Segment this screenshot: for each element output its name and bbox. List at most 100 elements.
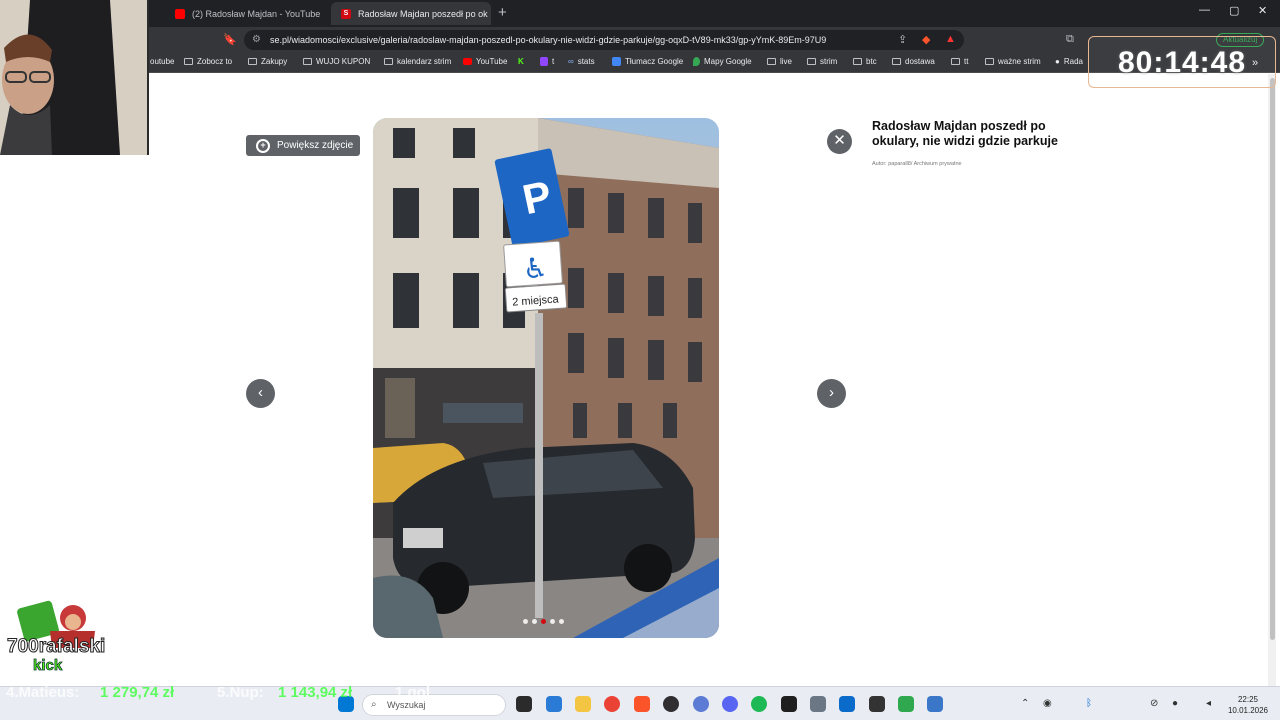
webcam-overlay <box>0 0 149 155</box>
youtube-icon <box>175 8 185 19</box>
kick-app-icon[interactable] <box>839 696 855 712</box>
se-favicon-icon: S <box>341 8 351 19</box>
taskbar-clock[interactable]: 22:25 10.01.2026 <box>1222 694 1274 716</box>
folder-icon <box>985 58 994 65</box>
url-field[interactable]: ⚙ se.pl/wiadomosci/exclusive/galeria/rad… <box>244 30 964 50</box>
ticker-goal: 1 gol <box>395 684 431 701</box>
folder-icon <box>767 58 776 65</box>
slide-dot[interactable] <box>532 619 537 624</box>
taskbar: ⌕ Wyszukaj ⌃ ◉ ᛒ ⊘ ● ◂ 22:25 10.01.2026 <box>0 686 1280 720</box>
bookmark-item[interactable]: outube <box>150 57 174 66</box>
bookmark-label: Zakupy <box>261 57 288 66</box>
brave-icon[interactable] <box>634 696 650 712</box>
obs-icon[interactable] <box>663 696 679 712</box>
tab-bar: (2) Radosław Majdan - YouTube S Radosław… <box>0 0 1280 27</box>
bookmark-folder[interactable]: btc <box>853 57 877 66</box>
close-window-button[interactable]: ✕ <box>1258 4 1267 17</box>
bookmark-label: WUJO KUPON <box>316 57 371 66</box>
bookmark-item[interactable]: Mapy Google <box>693 57 752 66</box>
bookmark-label: strim <box>820 57 838 66</box>
bookmark-folder[interactable]: tt <box>951 57 968 66</box>
chrome-icon[interactable] <box>604 696 620 712</box>
ticker-amount: 1 143,94 zł <box>278 684 353 701</box>
close-gallery-button[interactable]: ✕ <box>827 129 852 154</box>
volume-icon[interactable]: ◂ <box>1206 698 1211 709</box>
bookmark-label: live <box>780 57 793 66</box>
bookmark-folder[interactable]: ważne strim <box>985 57 1041 66</box>
gallery-photo[interactable]: P ♿ 2 miejsca <box>373 118 719 638</box>
bookmark-folder[interactable]: Zobocz to <box>184 57 232 66</box>
next-photo-button[interactable]: › <box>817 379 846 408</box>
notes-icon[interactable] <box>898 696 914 712</box>
search-icon: ⌕ <box>371 699 377 710</box>
slide-dot-active[interactable] <box>541 619 546 624</box>
bookmark-item[interactable]: ∞ stats <box>568 57 595 66</box>
app2-icon[interactable] <box>869 696 885 712</box>
calculator-icon[interactable] <box>810 696 826 712</box>
bookmark-item[interactable]: ● Rada <box>1055 57 1083 66</box>
bluetooth-icon[interactable]: ᛒ <box>1086 698 1092 709</box>
tab-youtube[interactable]: (2) Radosław Majdan - YouTube <box>165 2 331 25</box>
microphone-icon[interactable]: ● <box>1172 698 1178 709</box>
bookmark-item[interactable]: YouTube <box>463 57 507 66</box>
tray-app-icon[interactable]: ◉ <box>1043 698 1052 709</box>
slide-dot[interactable] <box>559 619 564 624</box>
tab-active-article[interactable]: S Radosław Majdan poszedł po ok ✕ <box>331 2 491 25</box>
app-icon[interactable] <box>781 696 797 712</box>
folder-icon <box>807 58 816 65</box>
slide-dot[interactable] <box>550 619 555 624</box>
spotify-icon[interactable] <box>751 696 767 712</box>
screen: (2) Radosław Majdan - YouTube S Radosław… <box>0 0 1280 720</box>
folder-icon <box>384 58 393 65</box>
kick-bookmark[interactable]: K <box>518 57 524 66</box>
bookmark-label: t <box>552 57 555 66</box>
photos-icon[interactable] <box>546 696 562 712</box>
bookmark-folder[interactable]: dostawa <box>892 57 935 66</box>
site-icon: ● <box>1055 57 1060 66</box>
bookmark-folder[interactable]: strim <box>807 57 837 66</box>
bookmark-item[interactable]: Tłumacz Google <box>612 57 683 66</box>
bookmark-label: Zobocz to <box>197 57 233 66</box>
channel-logo: 700rafalski kick <box>5 596 106 674</box>
bookmark-folder[interactable]: Zakupy <box>248 57 287 66</box>
zoom-label: Powiększ zdjęcie <box>277 140 354 151</box>
new-tab-button[interactable]: + <box>498 4 507 21</box>
network-icon[interactable]: ⊘ <box>1150 698 1158 709</box>
ticker-name: 4.Matieus: <box>6 684 80 701</box>
bookmark-folder[interactable]: kalendarz strim <box>384 57 451 66</box>
file-explorer-icon[interactable] <box>575 696 591 712</box>
tab-label: (2) Radosław Majdan - YouTube <box>192 8 321 19</box>
previous-photo-button[interactable]: ‹ <box>246 379 275 408</box>
photo-author: Autor: paparall8/ Archiwum prywatne <box>872 161 962 167</box>
scrollbar-thumb[interactable] <box>1270 78 1275 640</box>
slide-dot[interactable] <box>523 619 528 624</box>
brave-shield-icon[interactable]: ◆ <box>922 33 930 46</box>
zoom-photo-button[interactable]: + Powiększ zdjęcie <box>246 135 360 156</box>
folder-icon <box>892 58 901 65</box>
bookmark-icon[interactable]: 🔖 <box>223 33 237 46</box>
bookmark-label: tt <box>964 57 969 66</box>
subathon-timer: 80:14:48 <box>1088 36 1276 88</box>
task-view-icon[interactable] <box>516 696 532 712</box>
site-info-icon[interactable]: ⚙ <box>252 30 261 50</box>
browser-icon[interactable] <box>693 696 709 712</box>
bookmark-folder[interactable]: WUJO KUPON <box>303 57 370 66</box>
taskbar-search[interactable]: ⌕ Wyszukaj <box>362 694 506 716</box>
bookmark-folder[interactable]: live <box>767 57 792 66</box>
photo-image: P ♿ 2 miejsca <box>373 118 719 638</box>
bookmark-item[interactable]: t <box>540 57 554 66</box>
ticker-name: 5.Nup: <box>217 684 264 701</box>
folder-icon <box>184 58 193 65</box>
share-icon[interactable]: ⇪ <box>898 33 907 46</box>
slide-indicator <box>523 619 564 624</box>
search-placeholder: Wyszukaj <box>387 700 426 710</box>
folder-icon <box>853 58 862 65</box>
brave-rewards-icon[interactable]: ▲ <box>945 33 956 45</box>
files-icon[interactable] <box>927 696 943 712</box>
discord-icon[interactable] <box>722 696 738 712</box>
extensions-icon[interactable]: ⧉ <box>1066 33 1074 46</box>
maximize-button[interactable]: ▢ <box>1229 4 1239 17</box>
tray-expand-icon[interactable]: ⌃ <box>1021 698 1029 709</box>
bookmark-label: Tłumacz Google <box>625 57 684 66</box>
minimize-button[interactable]: — <box>1199 4 1210 16</box>
